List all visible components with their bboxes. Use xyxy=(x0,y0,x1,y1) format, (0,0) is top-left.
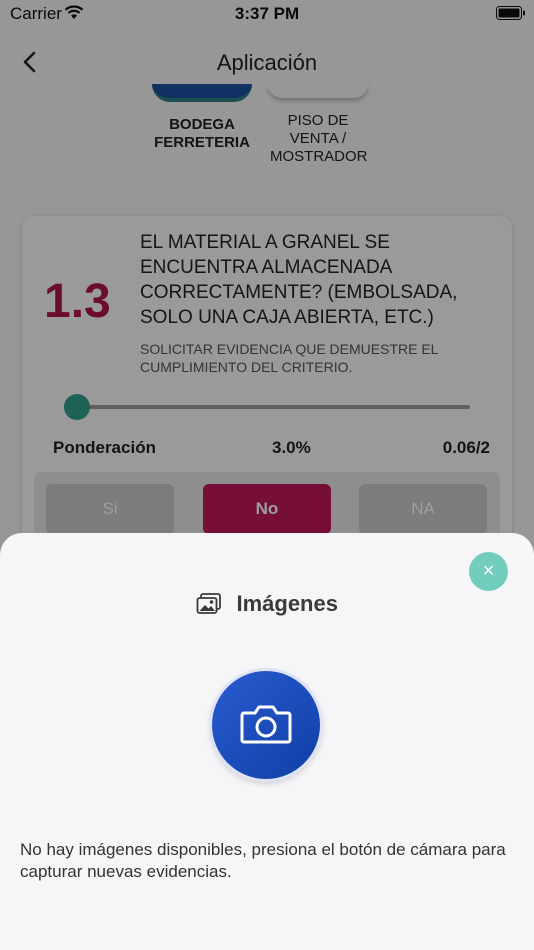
images-modal: × Imágenes No hay imágenes disponibles, … xyxy=(0,533,534,950)
empty-images-message: No hay imágenes disponibles, presiona el… xyxy=(20,840,506,881)
modal-header: Imágenes xyxy=(0,591,534,617)
modal-title: Imágenes xyxy=(236,591,338,616)
camera-button[interactable] xyxy=(212,671,320,779)
camera-icon xyxy=(240,705,292,744)
image-icon xyxy=(196,593,221,614)
close-icon: × xyxy=(482,560,495,582)
close-button[interactable]: × xyxy=(469,552,508,591)
